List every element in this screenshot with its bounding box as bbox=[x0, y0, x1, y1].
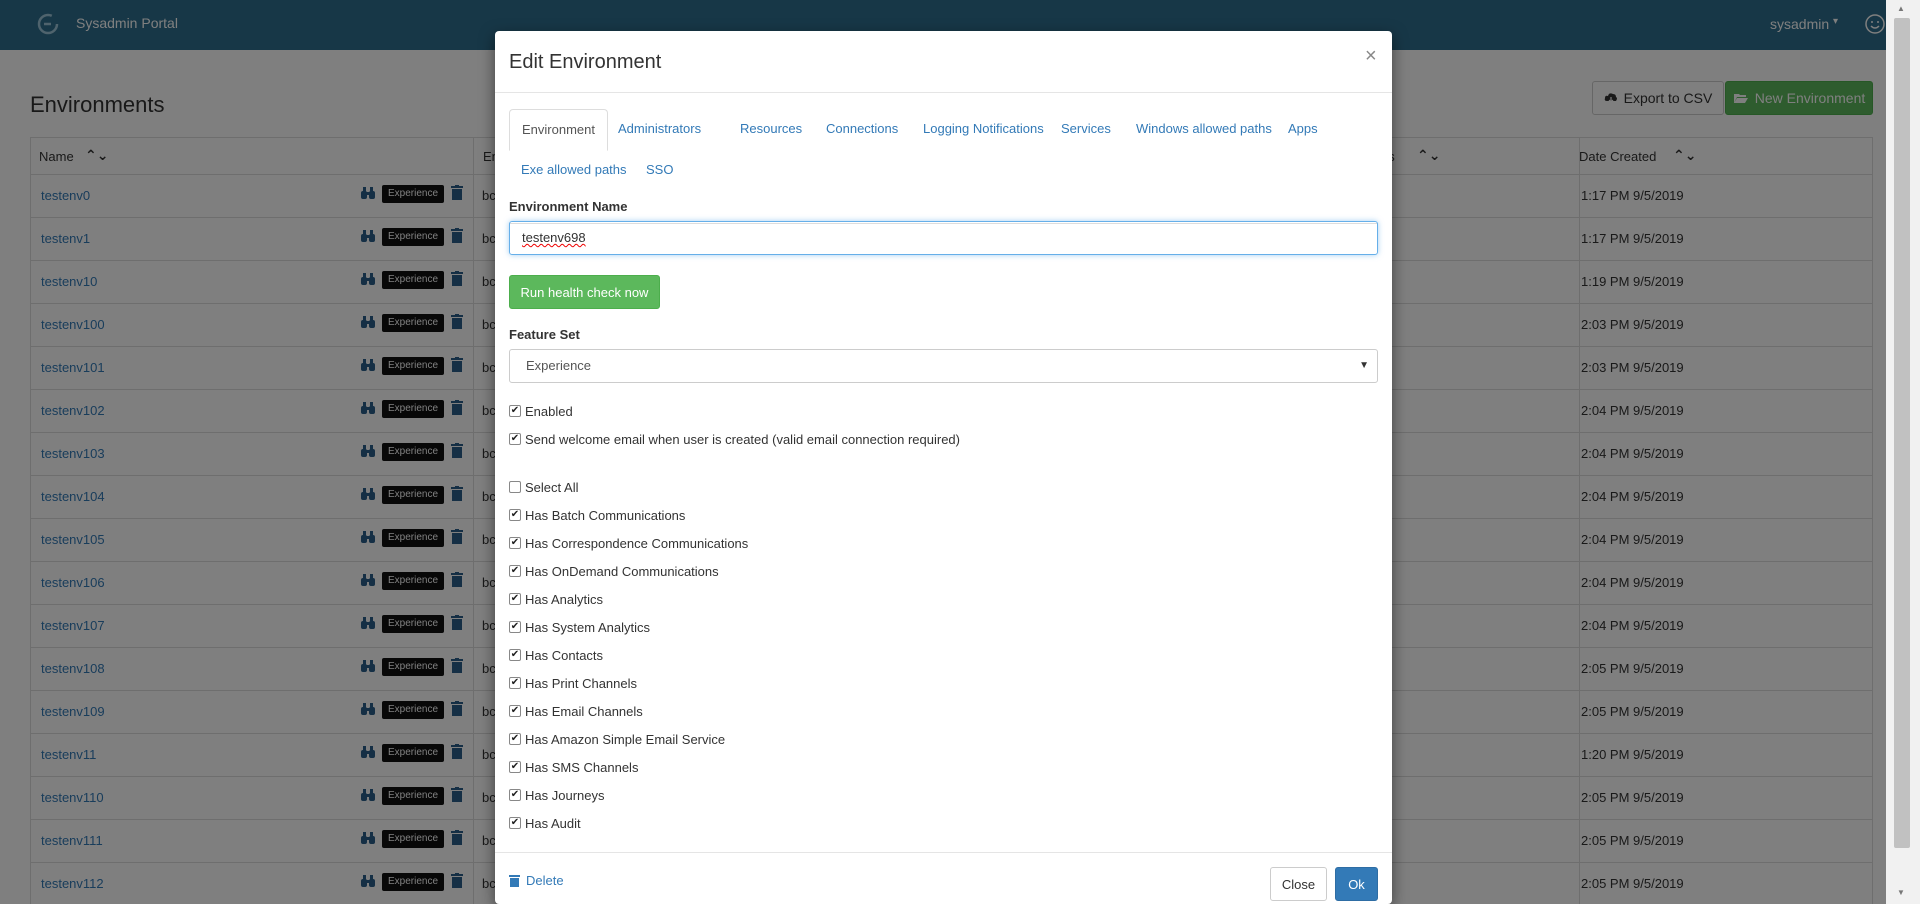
feature-checkbox-row[interactable]: ✔ Has Journeys bbox=[509, 785, 604, 805]
checkbox-checked[interactable]: ✔ bbox=[509, 789, 521, 801]
delete-link[interactable]: Delete bbox=[509, 873, 564, 888]
feature-set-select[interactable]: Experience ▼ bbox=[509, 349, 1378, 383]
feature-label: Has Amazon Simple Email Service bbox=[525, 731, 726, 747]
checkbox-checked[interactable]: ✔ bbox=[509, 405, 521, 417]
checkbox-checked[interactable]: ✔ bbox=[509, 565, 521, 577]
feature-checkbox-row[interactable]: ✔ Has OnDemand Communications bbox=[509, 561, 719, 581]
feature-label: Has Print Channels bbox=[525, 675, 637, 691]
welcome-email-label: Send welcome email when user is created … bbox=[525, 431, 960, 447]
select-all-label: Select All bbox=[525, 479, 579, 495]
tab-apps[interactable]: Apps bbox=[1276, 109, 1330, 149]
feature-checkbox-row[interactable]: ✔ Has Amazon Simple Email Service bbox=[509, 729, 725, 749]
tab-services[interactable]: Services bbox=[1049, 109, 1123, 149]
checkbox-checked[interactable]: ✔ bbox=[509, 621, 521, 633]
tab-sso[interactable]: SSO bbox=[634, 150, 685, 190]
modal-tabs: Environment Administrators Resources Con… bbox=[509, 109, 1378, 224]
environment-name-label: Environment Name bbox=[509, 199, 628, 214]
checkbox-checked[interactable]: ✔ bbox=[509, 649, 521, 661]
feature-label: Has Contacts bbox=[525, 647, 604, 663]
ok-button[interactable]: Ok bbox=[1335, 867, 1378, 901]
close-icon[interactable]: × bbox=[1365, 45, 1377, 68]
feature-label: Has Audit bbox=[525, 815, 581, 831]
feature-label: Has OnDemand Communications bbox=[525, 563, 719, 579]
checkbox-checked[interactable]: ✔ bbox=[509, 677, 521, 689]
feature-label: Has Journeys bbox=[525, 787, 605, 803]
modal-header: Edit Environment × bbox=[495, 31, 1392, 93]
tab-exe-allowed-paths[interactable]: Exe allowed paths bbox=[509, 150, 639, 190]
feature-checkbox-row[interactable]: ✔ Has Email Channels bbox=[509, 701, 643, 721]
feature-label: Has Email Channels bbox=[525, 703, 643, 719]
tab-logging-notifications[interactable]: Logging Notifications bbox=[911, 109, 1056, 149]
feature-checkbox-row[interactable]: ✔ Has Correspondence Communications bbox=[509, 533, 748, 553]
trash-icon bbox=[509, 875, 520, 887]
tab-environment[interactable]: Environment bbox=[509, 109, 608, 151]
chevron-down-icon: ▼ bbox=[1359, 360, 1369, 371]
feature-checkbox-row[interactable]: ✔ Has Contacts bbox=[509, 645, 603, 665]
delete-label: Delete bbox=[526, 873, 564, 888]
feature-set-label: Feature Set bbox=[509, 327, 580, 342]
feature-set-value: Experience bbox=[526, 358, 592, 373]
feature-label: Has System Analytics bbox=[525, 619, 650, 635]
modal-footer: Delete Close Ok bbox=[495, 852, 1392, 904]
feature-checkbox-row[interactable]: ✔ Has Print Channels bbox=[509, 673, 637, 693]
page-scrollbar[interactable]: ▲ ▼ bbox=[1886, 0, 1920, 904]
tab-resources[interactable]: Resources bbox=[728, 109, 814, 149]
checkbox-checked[interactable]: ✔ bbox=[509, 433, 521, 445]
close-button[interactable]: Close bbox=[1270, 867, 1327, 901]
feature-label: Has Correspondence Communications bbox=[525, 535, 749, 551]
feature-label: Has SMS Channels bbox=[525, 759, 639, 775]
modal-title: Edit Environment bbox=[509, 51, 662, 73]
checkbox-checked[interactable]: ✔ bbox=[509, 509, 521, 521]
tab-administrators[interactable]: Administrators bbox=[606, 109, 713, 149]
edit-environment-modal: Edit Environment × Environment Administr… bbox=[495, 31, 1392, 904]
welcome-email-checkbox-row[interactable]: ✔ Send welcome email when user is create… bbox=[509, 429, 960, 449]
environment-name-input[interactable]: testenv698 bbox=[509, 221, 1378, 255]
select-all-checkbox-row[interactable]: Select All bbox=[509, 477, 578, 497]
feature-checkbox-row[interactable]: ✔ Has Analytics bbox=[509, 589, 603, 609]
checkbox-checked[interactable]: ✔ bbox=[509, 733, 521, 745]
enabled-checkbox-row[interactable]: ✔ Enabled bbox=[509, 401, 573, 421]
feature-checkbox-row[interactable]: ✔ Has SMS Channels bbox=[509, 757, 638, 777]
feature-checkbox-row[interactable]: ✔ Has Batch Communications bbox=[509, 505, 685, 525]
checkbox-checked[interactable]: ✔ bbox=[509, 593, 521, 605]
feature-label: Has Batch Communications bbox=[525, 507, 686, 523]
checkbox-checked[interactable]: ✔ bbox=[509, 761, 521, 773]
feature-checkbox-row[interactable]: ✔ Has System Analytics bbox=[509, 617, 650, 637]
run-health-check-button[interactable]: Run health check now bbox=[509, 275, 660, 309]
checkbox-unchecked[interactable] bbox=[509, 481, 521, 493]
tab-windows-allowed-paths[interactable]: Windows allowed paths bbox=[1124, 109, 1284, 149]
feature-checkbox-row[interactable]: ✔ Has Audit bbox=[509, 813, 581, 833]
scrollbar-thumb[interactable] bbox=[1894, 18, 1910, 848]
environment-name-value: testenv698 bbox=[522, 230, 586, 245]
enabled-label: Enabled bbox=[525, 403, 573, 419]
scroll-down-icon[interactable]: ▼ bbox=[1897, 888, 1905, 897]
scroll-up-icon[interactable]: ▲ bbox=[1897, 4, 1905, 13]
feature-label: Has Analytics bbox=[525, 591, 604, 607]
checkbox-checked[interactable]: ✔ bbox=[509, 705, 521, 717]
tab-connections[interactable]: Connections bbox=[814, 109, 910, 149]
checkbox-checked[interactable]: ✔ bbox=[509, 537, 521, 549]
checkbox-checked[interactable]: ✔ bbox=[509, 817, 521, 829]
